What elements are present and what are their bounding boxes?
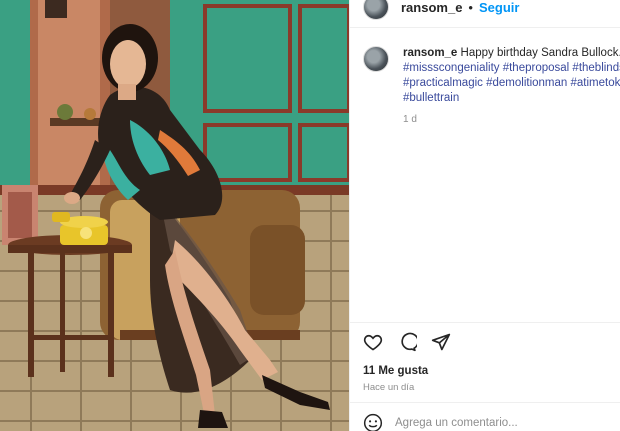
author-avatar[interactable]: [363, 0, 389, 20]
post-timestamp[interactable]: Hace un día: [363, 382, 414, 393]
caption-line-3: #practicalmagic #demolitionman #atimetok…: [403, 76, 620, 91]
hashtag-link[interactable]: #atimetoki: [571, 77, 620, 89]
caption-line-4: #bullettrain: [403, 91, 620, 106]
comment-bubble-icon[interactable]: [396, 331, 418, 353]
hashtag-link[interactable]: #practicalmagic: [403, 77, 483, 89]
caption-line-2: #missscongeniality #theproposal #theblin…: [403, 61, 620, 76]
hashtag-link[interactable]: #bullettrain: [403, 92, 459, 104]
actions-divider: [350, 322, 620, 323]
header-divider: [350, 27, 620, 28]
hashtag-link[interactable]: #missscongeniality: [403, 62, 500, 74]
caption-block: ransom_e Happy birthday Sandra Bullock. …: [363, 46, 620, 127]
caption-username[interactable]: ransom_e: [403, 47, 457, 59]
comment-divider: [350, 402, 620, 403]
hashtag-link[interactable]: #theblindsid: [572, 62, 620, 74]
caption-age[interactable]: 1 d: [403, 112, 620, 127]
caption-avatar[interactable]: [363, 46, 389, 72]
caption-text: Happy birthday Sandra Bullock.: [460, 47, 620, 59]
post-photo[interactable]: [0, 0, 349, 431]
emoji-smile-icon[interactable]: [363, 413, 383, 431]
post-header: ransom_e • Seguir: [350, 0, 620, 22]
post-actions: [362, 331, 452, 353]
author-username[interactable]: ransom_e: [401, 0, 462, 15]
paper-plane-icon[interactable]: [430, 331, 452, 353]
hashtag-link[interactable]: #demolitionman: [486, 77, 567, 89]
likes-count[interactable]: 11 Me gusta: [363, 365, 428, 377]
follow-button[interactable]: Seguir: [479, 0, 519, 15]
comment-bar: [363, 413, 595, 431]
heart-icon[interactable]: [362, 331, 384, 353]
header-separator: •: [468, 0, 473, 15]
hashtag-link[interactable]: #theproposal: [503, 62, 570, 74]
post-sidebar: ransom_e • Seguir ransom_e Happy birthda…: [349, 0, 620, 431]
comment-input[interactable]: [395, 417, 595, 429]
woman-seated-by-telephone-photo: [0, 0, 349, 431]
caption-line-1: ransom_e Happy birthday Sandra Bullock. …: [403, 46, 620, 61]
